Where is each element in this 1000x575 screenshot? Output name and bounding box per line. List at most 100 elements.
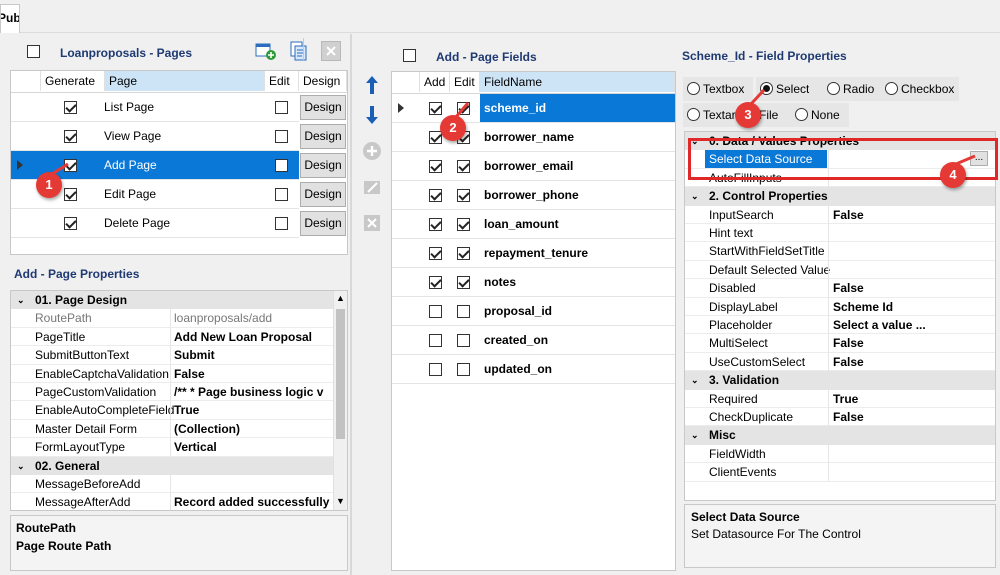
- property-value[interactable]: Scheme Id: [833, 298, 973, 316]
- generate-checkbox[interactable]: [64, 188, 77, 201]
- radio-button[interactable]: [827, 82, 840, 95]
- design-button[interactable]: Design: [300, 95, 346, 120]
- control-type-option[interactable]: Textarea: [683, 103, 739, 127]
- property-value[interactable]: False: [833, 279, 973, 297]
- property-row[interactable]: PageTitle Add New Loan Proposal: [11, 327, 333, 347]
- property-row[interactable]: FieldWidth: [685, 444, 995, 464]
- property-value[interactable]: False: [833, 408, 973, 426]
- add-checkbox[interactable]: [429, 247, 442, 260]
- table-row[interactable]: repayment_tenure: [392, 239, 675, 268]
- copy-pages-icon[interactable]: [288, 40, 310, 62]
- property-category[interactable]: ⌄ Misc: [685, 426, 995, 445]
- radio-button[interactable]: [687, 82, 700, 95]
- design-button[interactable]: Design: [300, 211, 346, 236]
- move-down-arrow-icon[interactable]: [361, 104, 383, 126]
- edit-checkbox[interactable]: [275, 188, 288, 201]
- generate-checkbox[interactable]: [64, 159, 77, 172]
- edit-checkbox[interactable]: [457, 160, 470, 173]
- property-row[interactable]: Master Detail Form (Collection): [11, 419, 333, 439]
- edit-field-icon[interactable]: [361, 176, 383, 198]
- add-checkbox[interactable]: [429, 102, 442, 115]
- control-type-option[interactable]: Textbox: [683, 77, 753, 101]
- add-checkbox[interactable]: [429, 160, 442, 173]
- property-row[interactable]: CheckDuplicate False: [685, 408, 995, 427]
- generate-checkbox[interactable]: [64, 101, 77, 114]
- property-value[interactable]: False: [833, 206, 973, 224]
- design-button[interactable]: Design: [300, 153, 346, 178]
- edit-checkbox[interactable]: [457, 334, 470, 347]
- edit-checkbox[interactable]: [457, 276, 470, 289]
- property-value[interactable]: True: [174, 401, 332, 419]
- table-row[interactable]: updated_on: [392, 355, 675, 384]
- edit-checkbox[interactable]: [457, 363, 470, 376]
- edit-checkbox[interactable]: [457, 247, 470, 260]
- edit-checkbox[interactable]: [275, 217, 288, 230]
- property-row[interactable]: FormLayoutType Vertical: [11, 438, 333, 457]
- add-checkbox[interactable]: [429, 276, 442, 289]
- add-checkbox[interactable]: [429, 189, 442, 202]
- table-row[interactable]: created_on: [392, 326, 675, 355]
- edit-checkbox[interactable]: [275, 159, 288, 172]
- tab-publish[interactable]: Publish: [0, 4, 20, 33]
- property-value[interactable]: Select a value ...: [833, 316, 973, 334]
- property-row[interactable]: DisplayLabel Scheme Id: [685, 297, 995, 316]
- fields-select-all-checkbox[interactable]: [403, 49, 416, 62]
- generate-checkbox[interactable]: [64, 217, 77, 230]
- property-row[interactable]: EnableCaptchaValidation False: [11, 364, 333, 383]
- table-row[interactable]: View Page: [11, 122, 299, 151]
- table-row[interactable]: borrower_name: [392, 123, 675, 152]
- table-row[interactable]: Delete Page: [11, 209, 299, 238]
- property-row[interactable]: ClientEvents: [685, 463, 995, 482]
- table-row[interactable]: scheme_id: [392, 94, 675, 123]
- property-row[interactable]: RoutePath loanproposals/add: [11, 309, 333, 328]
- property-value[interactable]: /** * Page business logic v: [174, 383, 332, 401]
- property-value[interactable]: Record added successfully: [174, 493, 332, 510]
- property-row[interactable]: Placeholder Select a value ...: [685, 316, 995, 335]
- property-category[interactable]: ⌄ 3. Validation: [685, 371, 995, 390]
- collapse-toggle-icon[interactable]: ⌄: [691, 187, 699, 205]
- property-row[interactable]: MessageBeforeAdd: [11, 475, 333, 494]
- collapse-toggle-icon[interactable]: ⌄: [691, 426, 699, 444]
- splitter[interactable]: [350, 34, 352, 575]
- property-row[interactable]: InputSearch False: [685, 205, 995, 224]
- table-row[interactable]: borrower_phone: [392, 181, 675, 210]
- add-checkbox[interactable]: [429, 218, 442, 231]
- control-type-option[interactable]: Select: [756, 77, 824, 101]
- property-value[interactable]: False: [833, 353, 973, 371]
- pages-select-all-checkbox[interactable]: [27, 45, 40, 58]
- collapse-toggle-icon[interactable]: ⌄: [691, 371, 699, 389]
- edit-checkbox[interactable]: [457, 189, 470, 202]
- property-category[interactable]: ⌄ 02. General: [11, 456, 333, 475]
- property-row[interactable]: SubmitButtonText Submit: [11, 346, 333, 365]
- control-type-option[interactable]: Checkbox: [881, 77, 959, 101]
- property-row[interactable]: Required True: [685, 389, 995, 408]
- edit-checkbox[interactable]: [457, 102, 470, 115]
- property-value[interactable]: Submit: [174, 346, 332, 364]
- radio-button[interactable]: [885, 82, 898, 95]
- scroll-thumb[interactable]: [336, 309, 345, 439]
- add-checkbox[interactable]: [429, 305, 442, 318]
- property-row[interactable]: Hint text: [685, 224, 995, 243]
- control-type-option[interactable]: Radio: [823, 77, 881, 101]
- table-row[interactable]: List Page: [11, 93, 299, 122]
- edit-checkbox[interactable]: [275, 101, 288, 114]
- property-row[interactable]: MessageAfterAdd Record added successfully: [11, 493, 333, 510]
- add-page-icon[interactable]: [255, 41, 277, 61]
- property-category[interactable]: ⌄ 01. Page Design: [11, 291, 333, 310]
- property-row[interactable]: PageCustomValidation /** * Page business…: [11, 383, 333, 402]
- generate-checkbox[interactable]: [64, 130, 77, 143]
- add-checkbox[interactable]: [429, 363, 442, 376]
- property-category[interactable]: ⌄ 2. Control Properties: [685, 187, 995, 206]
- property-value[interactable]: False: [833, 334, 973, 352]
- property-value[interactable]: True: [833, 390, 973, 408]
- radio-button[interactable]: [687, 108, 700, 121]
- scroll-up-arrow-icon[interactable]: ▲: [336, 293, 345, 303]
- property-value[interactable]: loanproposals/add: [174, 309, 332, 327]
- property-value[interactable]: Vertical: [174, 438, 332, 456]
- collapse-toggle-icon[interactable]: ⌄: [17, 291, 25, 309]
- table-row[interactable]: loan_amount: [392, 210, 675, 239]
- property-row[interactable]: UseCustomSelect False: [685, 352, 995, 372]
- property-value[interactable]: False: [174, 365, 332, 383]
- property-row[interactable]: Default Selected Value: [685, 260, 995, 280]
- collapse-toggle-icon[interactable]: ⌄: [17, 457, 25, 475]
